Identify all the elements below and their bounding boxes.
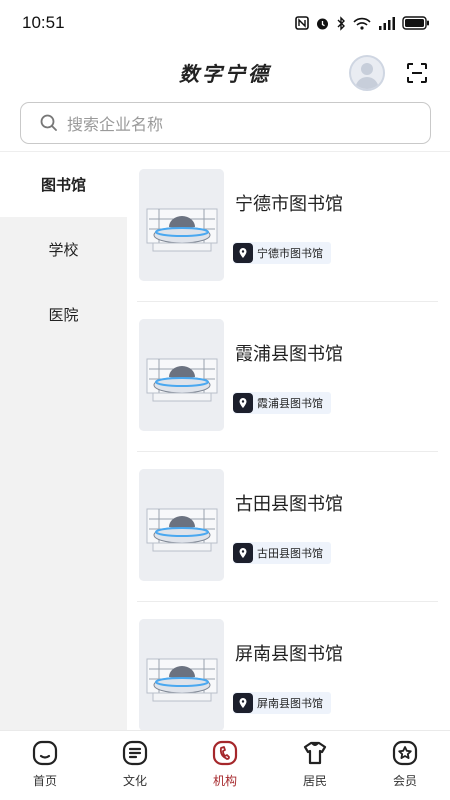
status-time: 10:51 bbox=[22, 13, 65, 32]
resident-icon bbox=[303, 741, 327, 765]
search-input[interactable]: 搜索企业名称 bbox=[20, 102, 431, 144]
list-item[interactable]: 宁德市图书馆 宁德市图书馆 bbox=[137, 152, 438, 302]
location-tag-text: 古田县图书馆 bbox=[257, 547, 323, 560]
location-pin-icon bbox=[233, 243, 253, 263]
location-pin-icon bbox=[233, 543, 253, 563]
institution-icon bbox=[212, 740, 238, 766]
institution-name: 古田县图书馆 bbox=[235, 494, 343, 515]
tab-institution[interactable]: 机构 bbox=[180, 731, 270, 800]
list-item[interactable]: 古田县图书馆 古田县图书馆 bbox=[137, 452, 438, 602]
tab-label: 会员 bbox=[392, 774, 417, 788]
location-tag-text: 宁德市图书馆 bbox=[257, 247, 323, 260]
nfc-icon bbox=[295, 16, 309, 30]
search-icon bbox=[40, 114, 57, 131]
library-building-image bbox=[139, 469, 224, 581]
institution-name: 屏南县图书馆 bbox=[235, 644, 343, 665]
app-header: 数字宁德 bbox=[0, 46, 450, 98]
home-icon bbox=[32, 740, 58, 766]
library-building-image bbox=[139, 619, 224, 730]
category-sidebar: 图书馆 学校 医院 bbox=[0, 152, 127, 730]
user-icon bbox=[355, 63, 379, 89]
avatar[interactable] bbox=[349, 55, 385, 91]
library-building-image bbox=[139, 169, 224, 281]
sidebar-item-hospital[interactable]: 医院 bbox=[0, 282, 127, 347]
tab-label: 首页 bbox=[32, 774, 57, 788]
location-pin-icon bbox=[233, 393, 253, 413]
tab-label: 文化 bbox=[122, 774, 147, 788]
sidebar-item-school[interactable]: 学校 bbox=[0, 217, 127, 282]
culture-icon bbox=[122, 740, 148, 766]
status-bar: 10:51 bbox=[0, 0, 450, 46]
bottom-tab-bar: 首页 文化 机构 居民 会员 bbox=[0, 730, 450, 800]
location-tag: 霞浦县图书馆 bbox=[233, 392, 331, 414]
status-icons bbox=[295, 15, 430, 31]
sidebar-item-label: 医院 bbox=[48, 306, 79, 324]
list-item[interactable]: 霞浦县图书馆 霞浦县图书馆 bbox=[137, 302, 438, 452]
battery-icon bbox=[402, 16, 429, 30]
bluetooth-icon bbox=[337, 15, 345, 31]
alarm-icon bbox=[317, 18, 328, 29]
tab-resident[interactable]: 居民 bbox=[270, 731, 360, 800]
tab-member[interactable]: 会员 bbox=[360, 731, 450, 800]
wifi-icon bbox=[353, 17, 371, 30]
sidebar-item-library[interactable]: 图书馆 bbox=[0, 152, 127, 217]
tab-label: 居民 bbox=[302, 774, 327, 788]
location-pin-icon bbox=[233, 693, 253, 713]
signal-icon bbox=[379, 16, 395, 30]
sidebar-item-label: 图书馆 bbox=[40, 176, 86, 194]
location-tag-text: 霞浦县图书馆 bbox=[257, 397, 323, 410]
member-icon bbox=[392, 740, 418, 766]
library-building-image bbox=[139, 319, 224, 431]
location-tag: 屏南县图书馆 bbox=[233, 692, 331, 714]
institution-list: 宁德市图书馆 宁德市图书馆 霞浦县图书馆 霞浦县图书馆 古田县图书馆 古田县图书… bbox=[127, 152, 450, 730]
institution-name: 宁德市图书馆 bbox=[235, 194, 343, 215]
tab-label: 机构 bbox=[212, 774, 237, 788]
search-placeholder: 搜索企业名称 bbox=[67, 115, 164, 134]
location-tag-text: 屏南县图书馆 bbox=[257, 697, 323, 710]
location-tag: 宁德市图书馆 bbox=[233, 242, 331, 264]
institution-name: 霞浦县图书馆 bbox=[235, 344, 343, 365]
tab-culture[interactable]: 文化 bbox=[90, 731, 180, 800]
scan-icon[interactable] bbox=[405, 61, 429, 85]
tab-home[interactable]: 首页 bbox=[0, 731, 90, 800]
location-tag: 古田县图书馆 bbox=[233, 542, 331, 564]
sidebar-item-label: 学校 bbox=[48, 241, 79, 259]
list-item[interactable]: 屏南县图书馆 屏南县图书馆 bbox=[137, 602, 438, 730]
